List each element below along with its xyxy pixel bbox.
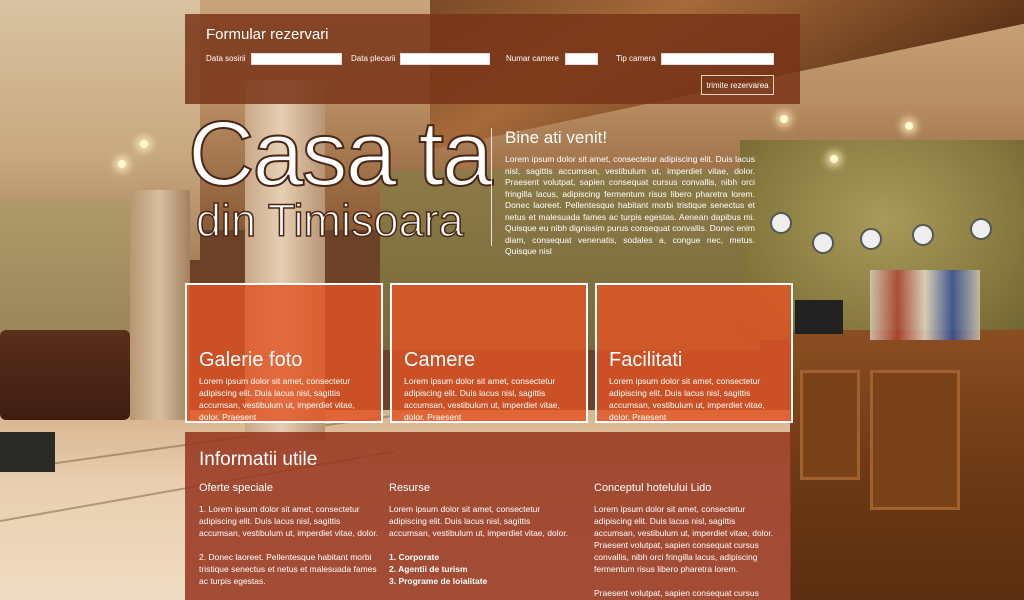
bg-ceiling-lamp — [905, 122, 913, 130]
reservation-title: Formular rezervari — [206, 26, 329, 43]
feature-text: Lorem ipsum dolor sit amet, consectetur … — [199, 376, 355, 422]
arrival-date-label: Data sosirii — [206, 54, 246, 63]
room-count-input[interactable] — [565, 53, 598, 65]
info-paragraph: Praesent volutpat, sapien consequat curs… — [594, 588, 759, 598]
info-column-text: 1. Lorem ipsum dolor sit amet, consectet… — [199, 503, 379, 587]
info-column-concept: Conceptul hotelului Lido Lorem ipsum dol… — [594, 482, 774, 600]
info-panel: Informatii utile Oferte speciale 1. Lore… — [185, 432, 791, 600]
feature-text: Lorem ipsum dolor sit amet, consectetur … — [609, 376, 765, 422]
info-column-resources: Resurse Lorem ipsum dolor sit amet, cons… — [389, 482, 569, 587]
feature-title: Camere — [404, 349, 476, 371]
bg-monitor — [795, 300, 843, 334]
info-column-text: Lorem ipsum dolor sit amet, consectetur … — [594, 503, 774, 600]
info-column-title: Resurse — [389, 482, 430, 494]
bg-clock — [770, 212, 792, 234]
info-column-title: Oferte speciale — [199, 482, 273, 494]
arrival-date-input[interactable] — [251, 53, 342, 65]
bg-clock — [970, 218, 992, 240]
bg-desk-panel — [870, 370, 960, 510]
hero-subtitle: din Timisoara — [195, 195, 464, 247]
bg-sofa — [0, 330, 130, 420]
resource-links: 1. Corporate 2. Agentii de turism 3. Pro… — [389, 551, 569, 587]
bg-ceiling-lamp — [140, 140, 148, 148]
feature-title: Facilitati — [609, 349, 683, 371]
room-count-label: Numar camere — [506, 54, 559, 63]
info-column-offers: Oferte speciale 1. Lorem ipsum dolor sit… — [199, 482, 379, 599]
departure-date-input[interactable] — [400, 53, 490, 65]
info-paragraph: Lorem ipsum dolor sit amet, consectetur … — [389, 504, 569, 538]
bg-ceiling-lamp — [780, 115, 788, 123]
resource-link-corporate[interactable]: 1. Corporate — [389, 551, 569, 563]
welcome-title: Bine ati venit! — [505, 128, 608, 147]
submit-reservation-button[interactable]: trimite rezervarea — [701, 75, 774, 95]
hero-title: Casa ta — [187, 103, 494, 205]
info-paragraph: Lorem ipsum dolor sit amet, consectetur … — [594, 504, 774, 574]
hero-divider — [491, 128, 492, 246]
bg-clock — [812, 232, 834, 254]
info-title: Informatii utile — [199, 449, 318, 470]
bg-brochure-rack — [870, 270, 980, 340]
resource-link-travel-agencies[interactable]: 2. Agentii de turism — [389, 563, 569, 575]
info-column-text: Lorem ipsum dolor sit amet, consectetur … — [389, 503, 569, 539]
bg-column — [130, 190, 190, 420]
bg-ceiling-lamp — [118, 160, 126, 168]
info-column-title: Conceptul hotelului Lido — [594, 482, 712, 494]
bg-clock — [912, 224, 934, 246]
bg-mat — [0, 432, 55, 472]
room-type-input[interactable] — [661, 53, 774, 65]
bg-desk-panel — [800, 370, 860, 480]
feature-card-gallery[interactable]: Galerie foto Lorem ipsum dolor sit amet,… — [185, 283, 383, 423]
bg-ceiling-lamp — [830, 155, 838, 163]
bg-clock — [860, 228, 882, 250]
feature-card-facilities[interactable]: Facilitati Lorem ipsum dolor sit amet, c… — [595, 283, 793, 423]
welcome-text: Lorem ipsum dolor sit amet, consectetur … — [505, 154, 755, 256]
feature-card-rooms[interactable]: Camere Lorem ipsum dolor sit amet, conse… — [390, 283, 588, 423]
info-paragraph: 1. Lorem ipsum dolor sit amet, consectet… — [199, 504, 379, 538]
feature-text: Lorem ipsum dolor sit amet, consectetur … — [404, 376, 560, 422]
info-paragraph: 2. Donec laoreet. Pellentesque habitant … — [199, 552, 377, 586]
departure-date-label: Data plecarii — [351, 54, 396, 63]
room-type-label: Tip camera — [616, 54, 656, 63]
feature-title: Galerie foto — [199, 349, 303, 371]
reservation-form: Formular rezervari Data sosirii Data ple… — [185, 14, 800, 104]
resource-link-loyalty[interactable]: 3. Programe de loialitate — [389, 575, 569, 587]
